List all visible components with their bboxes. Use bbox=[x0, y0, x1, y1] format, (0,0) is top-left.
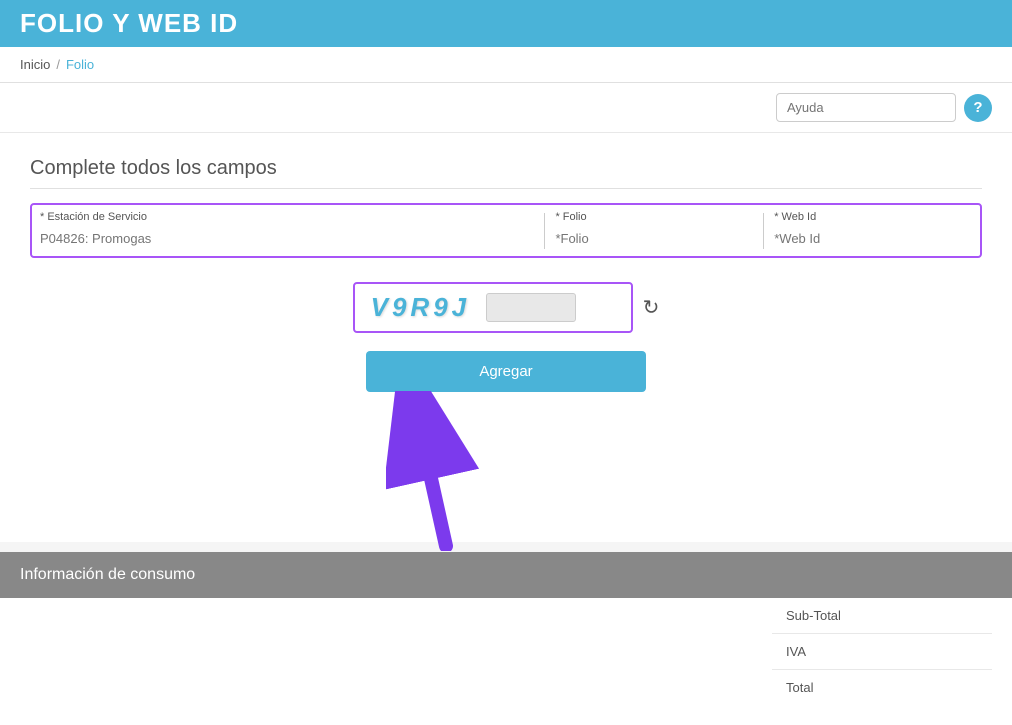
ayuda-row: ? bbox=[0, 83, 1012, 133]
captcha-input[interactable] bbox=[486, 293, 576, 322]
summary-row-subtotal: Sub-Total bbox=[772, 598, 992, 634]
field-separator-2 bbox=[763, 213, 764, 249]
breadcrumb-folio[interactable]: Folio bbox=[66, 57, 94, 72]
summary-label-subtotal: Sub-Total bbox=[772, 598, 992, 634]
captcha-refresh-button[interactable]: ↻ bbox=[643, 295, 660, 320]
agregar-button[interactable]: Agregar bbox=[366, 351, 646, 392]
fields-row: * Estación de Servicio * Folio * Web Id bbox=[30, 203, 982, 258]
summary-label-iva: IVA bbox=[772, 634, 992, 670]
estacion-label: * Estación de Servicio bbox=[40, 211, 534, 223]
summary-label-total: Total bbox=[772, 670, 992, 706]
agregar-row: Agregar bbox=[30, 351, 982, 392]
ayuda-input[interactable] bbox=[776, 93, 956, 122]
summary-table: Sub-Total IVA Total bbox=[772, 598, 992, 705]
summary-area: Sub-Total IVA Total bbox=[0, 598, 1012, 725]
summary-row-total: Total bbox=[772, 670, 992, 706]
estacion-input[interactable] bbox=[40, 227, 534, 250]
app-header: FOLIO Y WEB ID bbox=[0, 0, 1012, 47]
info-section: Información de consumo bbox=[0, 552, 1012, 598]
folio-input[interactable] bbox=[555, 227, 753, 250]
main-content: Complete todos los campos * Estación de … bbox=[0, 133, 1012, 542]
estacion-group: * Estación de Servicio bbox=[40, 211, 534, 250]
field-separator-1 bbox=[544, 213, 545, 249]
captcha-image-text: V9R9J bbox=[363, 288, 479, 327]
breadcrumb: Inicio / Folio bbox=[0, 47, 1012, 83]
webid-input[interactable] bbox=[774, 227, 972, 250]
folio-group: * Folio bbox=[555, 211, 753, 250]
captcha-box: V9R9J bbox=[353, 282, 633, 333]
webid-label: * Web Id bbox=[774, 211, 972, 223]
ayuda-button[interactable]: ? bbox=[964, 94, 992, 122]
arrow-space bbox=[30, 392, 982, 512]
section-title: Complete todos los campos bbox=[30, 157, 982, 189]
webid-group: * Web Id bbox=[774, 211, 972, 250]
summary-row-iva: IVA bbox=[772, 634, 992, 670]
captcha-row: V9R9J ↻ bbox=[30, 282, 982, 333]
info-section-title: Información de consumo bbox=[20, 566, 195, 583]
breadcrumb-inicio[interactable]: Inicio bbox=[20, 57, 50, 72]
app-title: FOLIO Y WEB ID bbox=[20, 8, 238, 39]
folio-label: * Folio bbox=[555, 211, 753, 223]
breadcrumb-separator: / bbox=[56, 57, 60, 72]
